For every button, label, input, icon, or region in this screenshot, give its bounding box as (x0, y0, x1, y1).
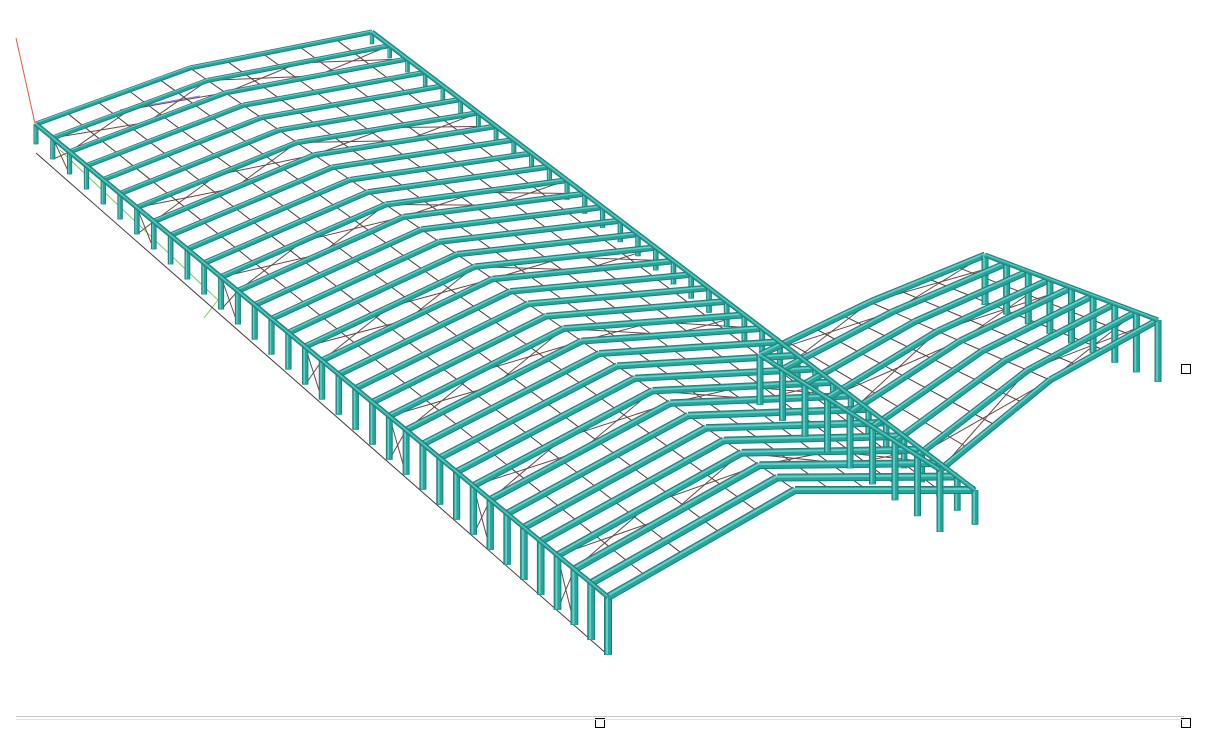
resize-handle-right[interactable] (1181, 364, 1191, 374)
x-axis-line (15, 37, 37, 129)
portal-frames (33, 29, 1162, 655)
structural-3d-viewport[interactable] (0, 0, 1228, 746)
horizontal-scrollbar[interactable] (16, 716, 1184, 720)
steel-frame-model[interactable] (0, 0, 1228, 746)
